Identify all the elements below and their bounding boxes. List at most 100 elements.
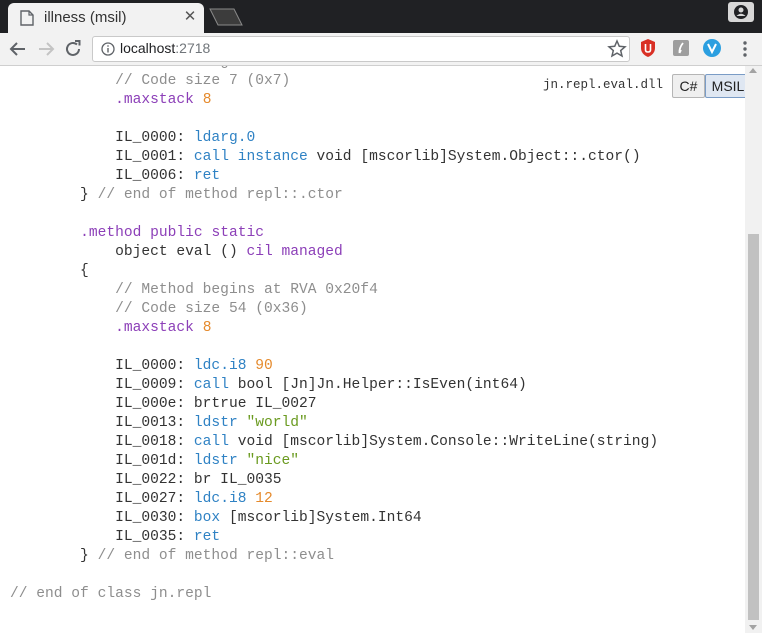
assembly-name-label: jn.repl.eval.dll — [543, 78, 664, 92]
menu-icon[interactable] — [740, 39, 750, 59]
code-token: [mscorlib]System.Int64 — [220, 510, 422, 526]
code-line: IL_0001: call instance void [mscorlib]Sy… — [10, 148, 658, 167]
code-token: box — [193, 510, 221, 526]
edit-extension-icon[interactable] — [671, 38, 691, 58]
code-line: { — [10, 262, 658, 281]
code-token: ldstr — [193, 453, 238, 469]
code-token: IL_001d: — [10, 453, 194, 469]
code-token: call — [193, 434, 229, 450]
code-token: IL_0006: — [10, 168, 194, 184]
reload-icon[interactable] — [62, 38, 84, 60]
code-line: IL_0027: ldc.i8 12 — [10, 490, 658, 509]
code-token: // Code size 7 (0x7) — [115, 73, 291, 89]
code-token: IL_0013: — [10, 415, 194, 431]
code-token: IL_0027: — [10, 491, 194, 507]
code-token: .maxstack — [115, 92, 194, 108]
url-text: localhost:2718 — [120, 40, 210, 56]
browser-toolbar: localhost:2718 — [0, 33, 762, 66]
code-token: { — [10, 263, 89, 279]
code-token: .method — [80, 225, 142, 241]
back-icon[interactable] — [7, 38, 29, 60]
code-token: IL_0030: — [10, 510, 194, 526]
code-token: ret — [193, 529, 221, 545]
code-token: ret — [193, 168, 221, 184]
scroll-down-arrow-icon[interactable] — [749, 625, 757, 630]
code-line: IL_0000: ldarg.0 — [10, 129, 658, 148]
code-line: .method public static — [10, 224, 658, 243]
code-line: IL_0000: ldc.i8 90 — [10, 357, 658, 376]
code-token: // Method begins at RVA 0x2050 — [115, 66, 378, 70]
code-token: IL_0022: br IL_0035 — [10, 472, 282, 488]
scroll-thumb[interactable] — [748, 234, 759, 620]
code-token: IL_0035: — [10, 529, 194, 545]
code-line: .maxstack 8 — [10, 91, 658, 110]
code-token: ldc.i8 — [193, 491, 247, 507]
code-token: call — [193, 149, 229, 165]
code-token: instance — [237, 149, 308, 165]
msil-code-view: // Method begins at RVA 0x2050 // Code s… — [10, 66, 658, 604]
csharp-button[interactable]: C# — [672, 74, 705, 98]
forward-icon[interactable] — [35, 38, 57, 60]
code-token: static — [211, 225, 264, 241]
code-token: ldarg.0 — [193, 130, 256, 146]
url-port: :2718 — [175, 40, 211, 56]
code-line: IL_0018: call void [mscorlib]System.Cons… — [10, 433, 658, 452]
info-icon[interactable] — [101, 42, 115, 56]
code-line: // end of class jn.repl — [10, 585, 658, 604]
new-tab-icon[interactable] — [206, 7, 246, 27]
code-token: // end of method repl::eval — [97, 548, 335, 564]
code-token: // Method begins at RVA 0x20f4 — [115, 282, 378, 298]
code-token: 90 — [255, 358, 273, 374]
code-token: } — [10, 548, 98, 564]
code-token: void [mscorlib]System.Console::WriteLine… — [228, 434, 659, 450]
code-token: IL_0000: — [10, 130, 194, 146]
code-token: .maxstack — [115, 320, 194, 336]
code-token: 8 — [202, 92, 212, 108]
code-line: IL_0006: ret — [10, 167, 658, 186]
tab-strip: illness (msil) ✕ — [0, 0, 762, 33]
vpn-extension-icon[interactable] — [702, 38, 722, 58]
page-viewport: // Method begins at RVA 0x2050 // Code s… — [0, 66, 745, 633]
vertical-scrollbar[interactable] — [745, 66, 762, 633]
code-line: } // end of method repl::.ctor — [10, 186, 658, 205]
code-line: IL_0022: br IL_0035 — [10, 471, 658, 490]
code-token: IL_0000: — [10, 358, 194, 374]
tab-illness-msil[interactable]: illness (msil) ✕ — [8, 3, 204, 33]
address-bar[interactable]: localhost:2718 — [92, 36, 630, 62]
star-icon[interactable] — [607, 39, 627, 59]
code-line: .maxstack 8 — [10, 319, 658, 338]
code-token: call — [193, 377, 229, 393]
msil-button[interactable]: MSIL — [705, 74, 745, 98]
code-line: IL_000e: brtrue IL_0027 — [10, 395, 658, 414]
scroll-up-arrow-icon[interactable] — [749, 68, 757, 73]
code-token: // end of method repl::.ctor — [97, 187, 343, 203]
code-line: IL_0035: ret — [10, 528, 658, 547]
code-token: bool [Jn]Jn.Helper::IsEven(int64) — [228, 377, 527, 393]
url-host: localhost — [120, 40, 176, 56]
code-token: cil — [246, 244, 273, 260]
code-line: IL_0013: ldstr "world" — [10, 414, 658, 433]
shield-extension-icon[interactable] — [638, 38, 658, 58]
code-token: "world" — [246, 415, 308, 431]
profile-icon[interactable] — [728, 2, 754, 22]
code-line: IL_0009: call bool [Jn]Jn.Helper::IsEven… — [10, 376, 658, 395]
code-token: IL_0018: — [10, 434, 194, 450]
code-token: public — [150, 225, 203, 241]
close-icon[interactable]: ✕ — [182, 9, 198, 25]
